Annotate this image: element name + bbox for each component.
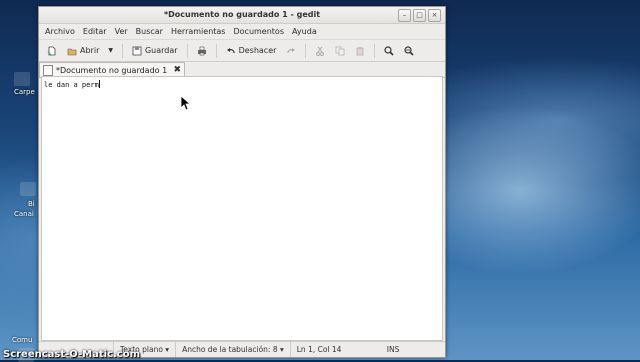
copy-button[interactable] <box>331 44 349 58</box>
undo-icon <box>226 47 235 53</box>
editor-content: le dan a perm <box>44 80 100 89</box>
print-button[interactable] <box>193 44 211 58</box>
redo-button[interactable] <box>282 44 300 58</box>
menu-herramientas[interactable]: Herramientas <box>167 27 230 36</box>
mouse-pointer-icon <box>180 95 192 111</box>
new-button[interactable] <box>43 44 61 58</box>
tab-label: *Documento no guardado 1 <box>56 65 168 75</box>
watermark: Screencast-O-Matic.com <box>3 349 140 360</box>
window-controls: – □ × <box>398 9 441 22</box>
resize-grip-icon[interactable] <box>435 345 445 355</box>
undo-label: Deshacer <box>238 46 277 55</box>
menu-ayuda[interactable]: Ayuda <box>288 27 321 36</box>
new-document-icon <box>47 46 56 55</box>
open-button[interactable]: Abrir ▼ <box>63 44 117 58</box>
insert-mode: INS <box>386 345 400 354</box>
paste-icon <box>357 46 364 55</box>
chevron-down-icon[interactable]: ▼ <box>108 47 113 54</box>
replace-button[interactable] <box>400 44 418 58</box>
text-caret <box>98 80 100 88</box>
window-title: *Documento no guardado 1 - gedit <box>163 10 321 19</box>
toolbar-separator <box>374 43 376 58</box>
menu-documentos[interactable]: Documentos <box>229 27 288 36</box>
menu-bar: Archivo Editar Ver Buscar Herramientas D… <box>39 24 445 40</box>
toolbar: Abrir ▼ Guardar Deshacer <box>39 40 445 62</box>
desktop-icon[interactable] <box>14 72 30 86</box>
paste-button[interactable] <box>351 44 369 58</box>
document-icon <box>43 64 53 76</box>
tab-document[interactable]: *Documento no guardado 1 ✖ <box>39 62 185 77</box>
minimize-button[interactable]: – <box>398 9 411 22</box>
toolbar-separator <box>305 43 307 58</box>
open-label: Abrir <box>80 46 100 55</box>
maximize-button[interactable]: □ <box>413 9 426 22</box>
scissors-icon <box>316 46 325 56</box>
gedit-window: *Documento no guardado 1 - gedit – □ × A… <box>38 6 446 358</box>
copy-icon <box>336 46 345 55</box>
title-bar[interactable]: *Documento no guardado 1 - gedit – □ × <box>39 7 445 24</box>
text-editor[interactable]: le dan a perm <box>41 76 443 341</box>
tab-width-select[interactable]: Ancho de la tabulación: 8 ▾ <box>175 342 290 357</box>
editor-text: le dan a perm <box>44 81 99 89</box>
close-tab-icon[interactable]: ✖ <box>173 65 184 75</box>
menu-buscar[interactable]: Buscar <box>132 27 167 36</box>
undo-button[interactable]: Deshacer <box>222 44 281 58</box>
save-label: Guardar <box>144 46 178 55</box>
close-button[interactable]: × <box>428 9 441 22</box>
cut-button[interactable] <box>311 44 329 58</box>
menu-ver[interactable]: Ver <box>111 27 132 36</box>
toolbar-separator <box>215 43 217 58</box>
folder-open-icon <box>67 48 77 55</box>
save-icon <box>132 46 142 55</box>
save-button[interactable]: Guardar <box>128 44 182 58</box>
desktop-label[interactable]: Canai <box>14 210 34 218</box>
desktop-label[interactable]: Bi <box>28 200 35 208</box>
menu-archivo[interactable]: Archivo <box>41 27 79 36</box>
search-replace-icon <box>404 45 414 56</box>
search-button[interactable] <box>380 44 398 58</box>
desktop-label[interactable]: Carpe <box>14 88 35 96</box>
cursor-position: Ln 1, Col 14 <box>289 342 373 357</box>
search-icon <box>384 45 394 56</box>
printer-icon <box>197 46 206 55</box>
desktop-label[interactable]: Comu <box>12 336 32 344</box>
menu-editar[interactable]: Editar <box>79 27 111 36</box>
toolbar-separator <box>186 43 188 58</box>
toolbar-separator <box>121 43 123 58</box>
redo-icon <box>287 47 296 53</box>
desktop-icon[interactable] <box>20 182 36 196</box>
